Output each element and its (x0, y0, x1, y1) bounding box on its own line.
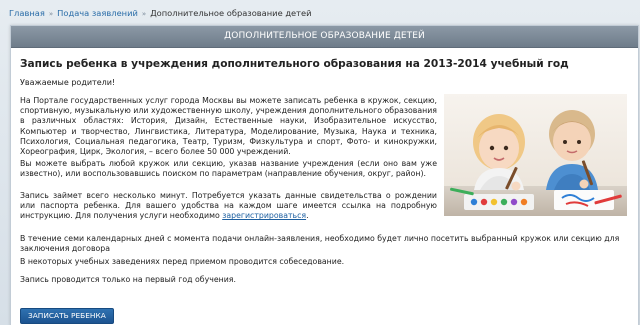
first-year-paragraph: Запись проводится только на первый год о… (20, 275, 236, 284)
service-panel: ДОПОЛНИТЕЛЬНОЕ ОБРАЗОВАНИЕ ДЕТЕЙ Запись … (10, 25, 639, 325)
breadcrumb-separator: » (48, 10, 54, 18)
children-painting-photo (444, 94, 627, 216)
breadcrumb-separator: » (141, 10, 147, 18)
interview-paragraph: В некоторых учебных заведениях перед при… (20, 257, 345, 266)
breadcrumb-home-link[interactable]: Главная (9, 8, 45, 18)
breadcrumb: Главная» Подача заявлений» Дополнительное … (9, 8, 312, 20)
choose-paragraph: Вы можете выбрать любой кружок или секци… (20, 159, 437, 179)
page-title: Запись ребенка в учреждения дополнительн… (20, 58, 569, 70)
page: Главная» Подача заявлений» Дополнительное … (0, 0, 640, 325)
breadcrumb-applications-link[interactable]: Подача заявлений (57, 8, 138, 18)
greeting-text: Уважаемые родители! (20, 78, 116, 87)
registration-period: . (306, 211, 309, 221)
breadcrumb-current: Дополнительное образование детей (150, 8, 312, 18)
panel-header: ДОПОЛНИТЕЛЬНОЕ ОБРАЗОВАНИЕ ДЕТЕЙ (11, 26, 638, 48)
contract-paragraph: В течение семи календарных дней с момент… (20, 234, 620, 254)
registration-paragraph: Запись займет всего несколько минут. Пот… (20, 191, 437, 222)
children-painting-illustration (444, 94, 627, 216)
intro-paragraph: На Портале государственных услуг города … (20, 96, 437, 157)
enroll-child-button[interactable]: ЗАПИСАТЬ РЕБЕНКА (20, 308, 114, 324)
register-link[interactable]: зарегистрироваться (222, 211, 306, 220)
